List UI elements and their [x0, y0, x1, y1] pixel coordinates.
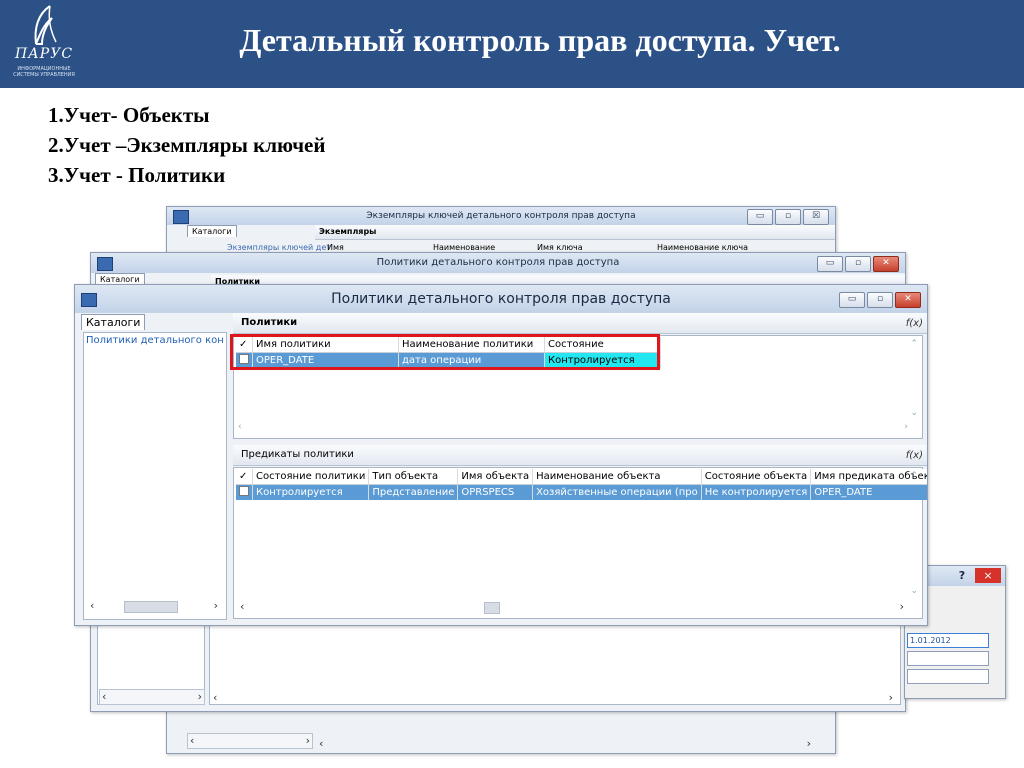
list-item: 2.Учет –Экземпляры ключей — [48, 133, 326, 157]
close-button[interactable]: ☒ — [803, 209, 829, 225]
col-object-state[interactable]: Состояние объекта — [701, 469, 812, 485]
scroll-left-icon[interactable]: ‹ — [238, 422, 242, 432]
fx-icon[interactable]: f(x) — [906, 450, 923, 461]
dialog-field[interactable] — [907, 651, 989, 666]
section-policies: Политики — [233, 313, 927, 334]
object-title-cell: Хозяйственные операции (про — [532, 484, 702, 500]
tab-catalogs[interactable]: Каталоги — [81, 314, 146, 330]
steps-list: 1.Учет- Объекты 2.Учет –Экземпляры ключе… — [48, 100, 325, 190]
close-button[interactable]: × — [975, 568, 1001, 583]
grid-hscroll[interactable]: ‹ › — [211, 691, 899, 705]
predicates-table: ✓ Состояние политики Тип объекта Имя объ… — [236, 469, 927, 500]
window-controls: ▭ ▫ ✕ — [839, 292, 921, 308]
list-item: 3.Учет - Политики — [48, 163, 226, 187]
scroll-up-icon[interactable]: ⌃ — [910, 471, 918, 481]
maximize-button[interactable]: ▫ — [775, 209, 801, 225]
window-titlebar: Политики детального контроля прав доступ… — [75, 285, 927, 313]
window-app-icon — [97, 257, 113, 271]
scroll-down-icon[interactable]: ⌄ — [910, 408, 918, 418]
scroll-up-icon[interactable]: ⌃ — [910, 339, 918, 349]
window-app-icon — [173, 210, 189, 224]
scroll-down-icon[interactable]: ⌄ — [910, 586, 918, 596]
close-button[interactable]: ✕ — [895, 292, 921, 308]
window-title: Политики детального контроля прав доступ… — [331, 291, 671, 307]
col-policy-state[interactable]: Состояние политики — [252, 469, 370, 485]
object-type-cell: Представление — [368, 484, 459, 500]
predicates-grid: ✓ Состояние политики Тип объекта Имя объ… — [233, 467, 927, 619]
minimize-button[interactable]: ▭ — [747, 209, 773, 225]
window-titlebar: Политики детального контроля прав доступ… — [91, 253, 905, 273]
dialog-field[interactable] — [907, 669, 989, 684]
close-button[interactable]: ✕ — [873, 256, 899, 272]
window-controls: ▭ ▫ ☒ — [747, 209, 829, 225]
col-object-name[interactable]: Имя объекта — [457, 469, 534, 485]
callout-highlight — [230, 334, 660, 370]
maximize-button[interactable]: ▫ — [845, 256, 871, 272]
tree-hscroll[interactable]: ‹ › — [187, 733, 313, 749]
slide-header: ПАРУС ИНФОРМАЦИОННЫЕ СИСТЕМЫ УПРАВЛЕНИЯ … — [0, 0, 1024, 88]
check-column-header[interactable]: ✓ — [236, 469, 253, 485]
predicate-name-cell: OPER_DATE — [810, 484, 927, 500]
help-button[interactable]: ? — [955, 569, 969, 582]
minimize-button[interactable]: ▭ — [817, 256, 843, 272]
col-name: Имя — [327, 243, 344, 252]
maximize-button[interactable]: ▫ — [867, 292, 893, 308]
section-instances: Экземпляры — [315, 225, 835, 240]
grid-hscroll[interactable]: ‹ › — [317, 737, 817, 751]
logo-brand: ПАРУС — [14, 46, 74, 62]
tree-pane: Политики детального контро ‹ › — [83, 332, 227, 620]
window-title: Экземпляры ключей детального контроля пр… — [366, 211, 636, 221]
minimize-button[interactable]: ▭ — [839, 292, 865, 308]
date-field[interactable]: 1.01.2012 — [907, 633, 989, 648]
col-key-name: Имя ключа — [537, 243, 583, 252]
window-controls: ▭ ▫ ✕ — [817, 256, 899, 272]
object-state-cell: Не контролируется — [701, 484, 812, 500]
scroll-right-icon[interactable]: › — [904, 422, 908, 432]
table-row[interactable]: Контролируется Представление OPRSPECS Хо… — [236, 484, 927, 500]
tree-item-key-instances[interactable]: Экземпляры ключей дет — [227, 243, 331, 252]
logo-tagline: ИНФОРМАЦИОННЫЕ СИСТЕМЫ УПРАВЛЕНИЯ — [13, 66, 75, 78]
policies-window: Политики детального контроля прав доступ… — [74, 284, 928, 626]
policy-state-cell: Контролируется — [252, 484, 370, 500]
col-title: Наименование — [433, 243, 496, 252]
tab-catalogs[interactable]: Каталоги — [187, 225, 237, 237]
section-predicates: Предикаты политики — [233, 445, 927, 466]
parus-sail-icon — [34, 5, 57, 45]
window-app-icon — [81, 293, 97, 307]
col-object-title[interactable]: Наименование объекта — [532, 469, 702, 485]
window-title: Политики детального контроля прав доступ… — [376, 257, 620, 268]
tree-item-policies[interactable]: Политики детального контро — [86, 335, 224, 346]
grid-hscroll[interactable]: ‹ › — [236, 600, 918, 614]
tree-hscroll[interactable]: ‹ › — [99, 689, 205, 705]
object-name-cell: OPRSPECS — [457, 484, 534, 500]
fx-icon[interactable]: f(x) — [906, 318, 923, 329]
list-item: 1.Учет- Объекты — [48, 103, 210, 127]
col-object-type[interactable]: Тип объекта — [368, 469, 459, 485]
window-titlebar: Экземпляры ключей детального контроля пр… — [167, 207, 835, 225]
row-checkbox[interactable] — [236, 484, 253, 500]
slide-title: Детальный контроль прав доступа. Учет. — [239, 22, 841, 58]
parus-logo: ПАРУС ИНФОРМАЦИОННЫЕ СИСТЕМЫ УПРАВЛЕНИЯ — [4, 2, 84, 82]
col-key-title: Наименование ключа — [657, 243, 749, 252]
tree-hscroll[interactable]: ‹ › — [86, 599, 222, 613]
